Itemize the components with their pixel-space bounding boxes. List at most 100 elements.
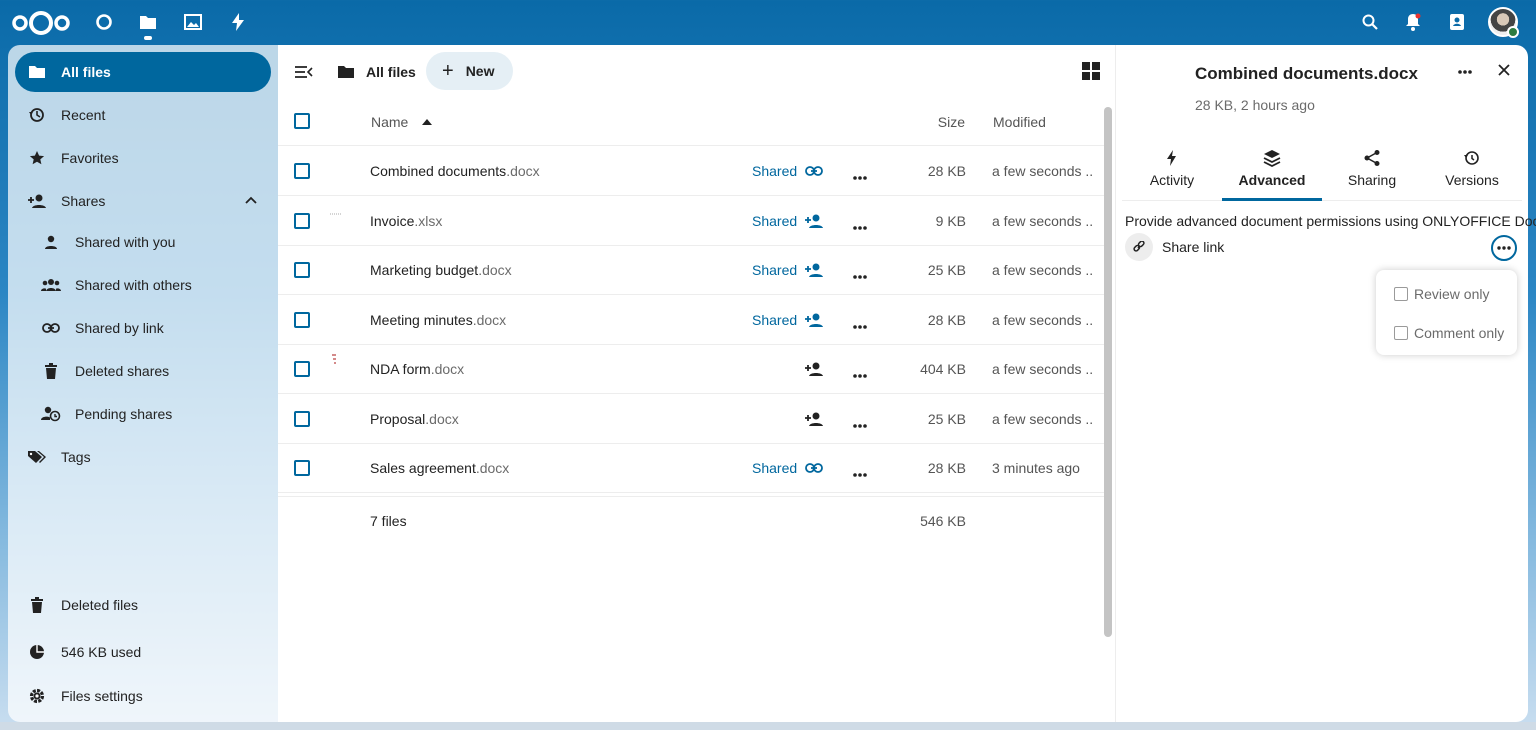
tab-label: Sharing bbox=[1347, 172, 1397, 188]
new-button[interactable]: + New bbox=[426, 52, 513, 90]
more-icon[interactable] bbox=[852, 168, 868, 180]
folder-icon bbox=[336, 62, 356, 82]
table-row[interactable]: Invoice.xlsx Shared 9 KB a few seconds ... bbox=[278, 196, 1104, 246]
file-thumbnail bbox=[330, 353, 344, 367]
table-row[interactable]: Meeting minutes.docx Shared 28 KB a few sec… bbox=[278, 295, 1104, 345]
table-row[interactable]: Combined documents.docx Shared 28 KB a few … bbox=[278, 146, 1104, 196]
more-icon[interactable] bbox=[852, 416, 868, 428]
shared-label[interactable]: Shared bbox=[752, 163, 797, 179]
file-size: 28 KB bbox=[927, 163, 966, 179]
nav-deleted-shares[interactable]: Deleted shares bbox=[15, 351, 271, 391]
size-column-header[interactable]: Size bbox=[885, 114, 965, 130]
nav-files-settings[interactable]: Files settings bbox=[15, 676, 271, 716]
person-add-icon[interactable] bbox=[805, 262, 823, 278]
file-base-name: Proposal bbox=[370, 410, 426, 427]
name-column-header[interactable]: Name bbox=[371, 114, 433, 130]
shared-label[interactable]: Shared bbox=[752, 213, 797, 229]
nav-deleted-files[interactable]: Deleted files bbox=[15, 585, 271, 625]
row-checkbox[interactable] bbox=[294, 361, 310, 377]
shared-label[interactable]: Shared bbox=[752, 460, 797, 476]
contacts-icon[interactable] bbox=[1446, 11, 1468, 33]
file-thumbnail bbox=[330, 204, 344, 218]
file-name[interactable]: Marketing budget.docx bbox=[370, 262, 512, 278]
person-add-icon[interactable] bbox=[805, 411, 823, 427]
scrollbar[interactable] bbox=[1104, 107, 1112, 637]
tab-versions[interactable]: Versions bbox=[1422, 145, 1522, 201]
more-icon[interactable] bbox=[852, 218, 868, 230]
row-checkbox[interactable] bbox=[294, 163, 310, 179]
link-icon[interactable] bbox=[805, 163, 823, 179]
select-all-checkbox[interactable] bbox=[294, 113, 310, 129]
nav-recent[interactable]: Recent bbox=[15, 95, 271, 135]
row-checkbox[interactable] bbox=[294, 410, 310, 427]
nav-shared-with-others[interactable]: Shared with others bbox=[15, 265, 271, 305]
nav-shared-with-you[interactable]: Shared with you bbox=[15, 222, 271, 262]
more-icon[interactable] bbox=[852, 317, 868, 329]
online-status-indicator bbox=[1507, 26, 1519, 38]
history-icon bbox=[27, 105, 47, 125]
tab-sharing[interactable]: Sharing bbox=[1322, 145, 1422, 201]
nav-label: Files settings bbox=[61, 688, 143, 704]
toggle-navigation-icon[interactable] bbox=[294, 63, 314, 81]
nav-favorites[interactable]: Favorites bbox=[15, 138, 271, 178]
tab-advanced[interactable]: Advanced bbox=[1222, 145, 1322, 201]
comment-only-checkbox[interactable] bbox=[1394, 326, 1408, 340]
file-name[interactable]: NDA form.docx bbox=[370, 361, 464, 377]
file-base-name: Meeting minutes bbox=[370, 311, 473, 328]
row-checkbox[interactable] bbox=[294, 311, 310, 328]
breadcrumb[interactable]: All files bbox=[336, 62, 416, 82]
table-row[interactable]: Marketing budget.docx Shared 25 KB a few se… bbox=[278, 245, 1104, 295]
files-app-icon[interactable] bbox=[136, 10, 160, 34]
more-icon[interactable] bbox=[1457, 69, 1473, 75]
nav-pending-shares[interactable]: Pending shares bbox=[15, 394, 271, 434]
close-icon[interactable] bbox=[1496, 62, 1512, 78]
file-name[interactable]: Combined documents.docx bbox=[370, 163, 540, 179]
group-icon bbox=[41, 275, 61, 295]
folder-icon bbox=[27, 62, 47, 82]
file-name[interactable]: Sales agreement.docx bbox=[370, 460, 509, 476]
more-icon[interactable] bbox=[852, 465, 868, 477]
person-add-icon[interactable] bbox=[805, 361, 823, 377]
table-row[interactable]: NDA form.docx 404 KB a few seconds ... bbox=[278, 344, 1104, 394]
row-checkbox[interactable] bbox=[294, 460, 310, 476]
shared-label[interactable]: Shared bbox=[752, 312, 797, 328]
person-add-icon[interactable] bbox=[805, 213, 823, 229]
row-checkbox[interactable] bbox=[294, 212, 310, 229]
tab-activity[interactable]: Activity bbox=[1122, 145, 1222, 201]
nav-shares[interactable]: Shares bbox=[15, 181, 271, 221]
row-checkbox[interactable] bbox=[294, 262, 310, 278]
bell-icon[interactable] bbox=[1402, 11, 1424, 33]
storage-usage[interactable]: 546 KB used bbox=[15, 632, 271, 672]
share-link-menu-button[interactable] bbox=[1491, 235, 1517, 261]
file-base-name: Combined documents bbox=[370, 163, 507, 179]
table-row[interactable]: Sales agreement.docx Shared 28 KB 3 minutes… bbox=[278, 443, 1104, 493]
comment-only-option[interactable]: Comment only bbox=[1394, 325, 1504, 341]
nextcloud-logo[interactable] bbox=[12, 10, 70, 36]
link-icon[interactable] bbox=[805, 460, 823, 476]
nav-shared-by-link[interactable]: Shared by link bbox=[15, 308, 271, 348]
dashboard-app-icon[interactable] bbox=[92, 10, 116, 34]
person-add-icon[interactable] bbox=[805, 312, 823, 328]
more-icon[interactable] bbox=[852, 366, 868, 378]
chevron-up-icon[interactable] bbox=[243, 193, 259, 209]
photos-app-icon[interactable] bbox=[181, 10, 205, 34]
more-icon[interactable] bbox=[852, 267, 868, 279]
file-name[interactable]: Proposal.docx bbox=[370, 411, 459, 427]
shared-label[interactable]: Shared bbox=[752, 262, 797, 278]
review-only-option[interactable]: Review only bbox=[1394, 286, 1489, 302]
nav-all-files[interactable]: All files bbox=[15, 52, 271, 92]
nav-label: Shared by link bbox=[75, 320, 164, 336]
search-icon[interactable] bbox=[1359, 11, 1381, 33]
table-row[interactable]: Proposal.docx 25 KB a few seconds ... bbox=[278, 394, 1104, 444]
file-modified: a few seconds ... bbox=[992, 212, 1092, 229]
file-modified: a few seconds ... bbox=[992, 361, 1092, 377]
modified-column-header[interactable]: Modified bbox=[993, 114, 1093, 130]
review-only-checkbox[interactable] bbox=[1394, 287, 1408, 301]
grid-view-icon[interactable] bbox=[1082, 62, 1100, 80]
pie-chart-icon bbox=[27, 642, 47, 662]
nav-tags[interactable]: Tags bbox=[15, 437, 271, 477]
activity-app-icon[interactable] bbox=[226, 10, 250, 34]
file-name[interactable]: Invoice.xlsx bbox=[370, 213, 442, 229]
file-name[interactable]: Meeting minutes.docx bbox=[370, 312, 506, 328]
file-base-name: Marketing budget bbox=[370, 262, 479, 278]
